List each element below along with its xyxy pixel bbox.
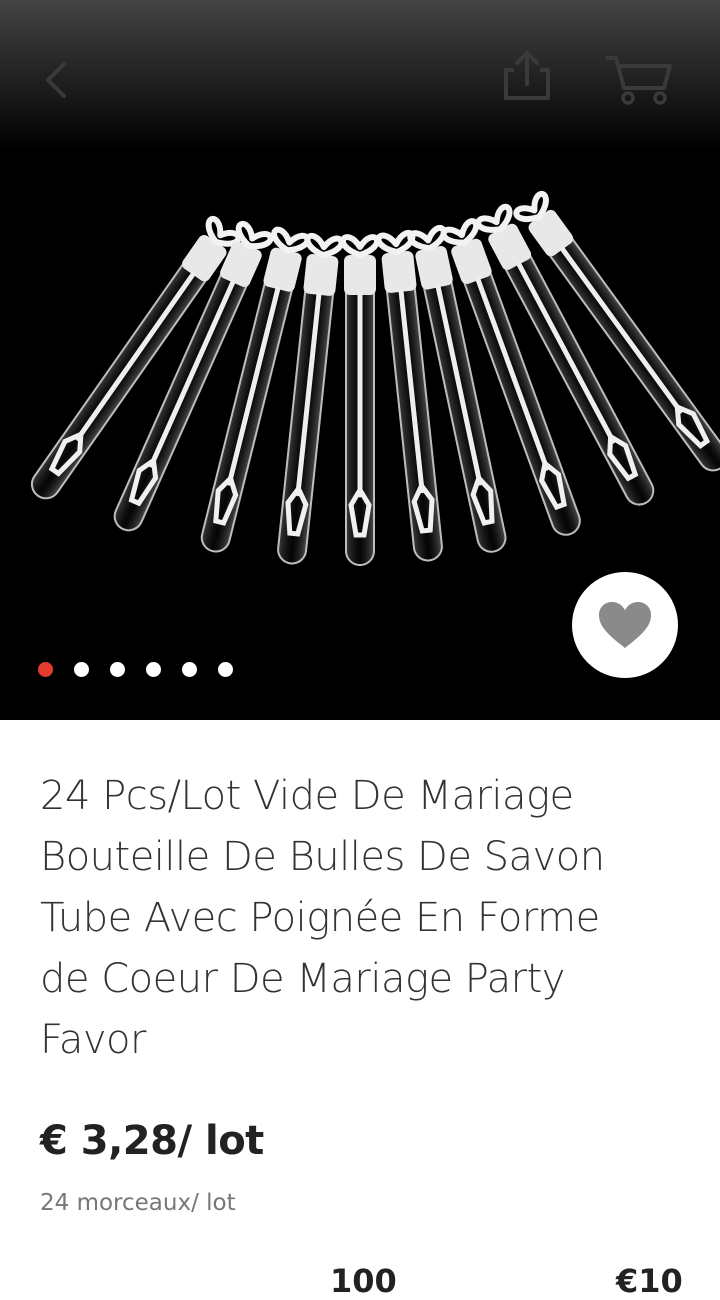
share-icon[interactable] [498, 48, 556, 104]
cart-icon[interactable] [604, 52, 674, 106]
back-chevron-icon[interactable] [38, 58, 72, 102]
product-title-line: Favor [40, 1017, 146, 1063]
product-title-line: Tube Avec Poignée En Forme [40, 895, 600, 941]
favorite-button[interactable] [572, 572, 678, 678]
heart-icon [599, 602, 651, 648]
pagination-dot-active[interactable] [38, 662, 53, 677]
gallery-pagination [38, 662, 254, 678]
product-title: 24 Pcs/Lot Vide De Mariage Bouteille De … [40, 766, 680, 1071]
product-title-line: de Coeur De Mariage Party [40, 956, 565, 1002]
product-gallery[interactable] [0, 0, 720, 720]
cut-off-value: €10 [616, 1262, 683, 1300]
product-photo [30, 191, 720, 566]
cut-off-value: 100 [330, 1262, 397, 1300]
pagination-dot[interactable] [110, 662, 125, 677]
product-title-line: 24 Pcs/Lot Vide De Mariage [40, 773, 574, 819]
product-price: € 3,28/ lot [40, 1118, 264, 1164]
pagination-dot[interactable] [74, 662, 89, 677]
unit-info: 24 morceaux/ lot [40, 1190, 236, 1216]
pagination-dot[interactable] [182, 662, 197, 677]
pagination-dot[interactable] [218, 662, 233, 677]
pagination-dot[interactable] [146, 662, 161, 677]
product-title-line: Bouteille De Bulles De Savon [40, 834, 605, 880]
